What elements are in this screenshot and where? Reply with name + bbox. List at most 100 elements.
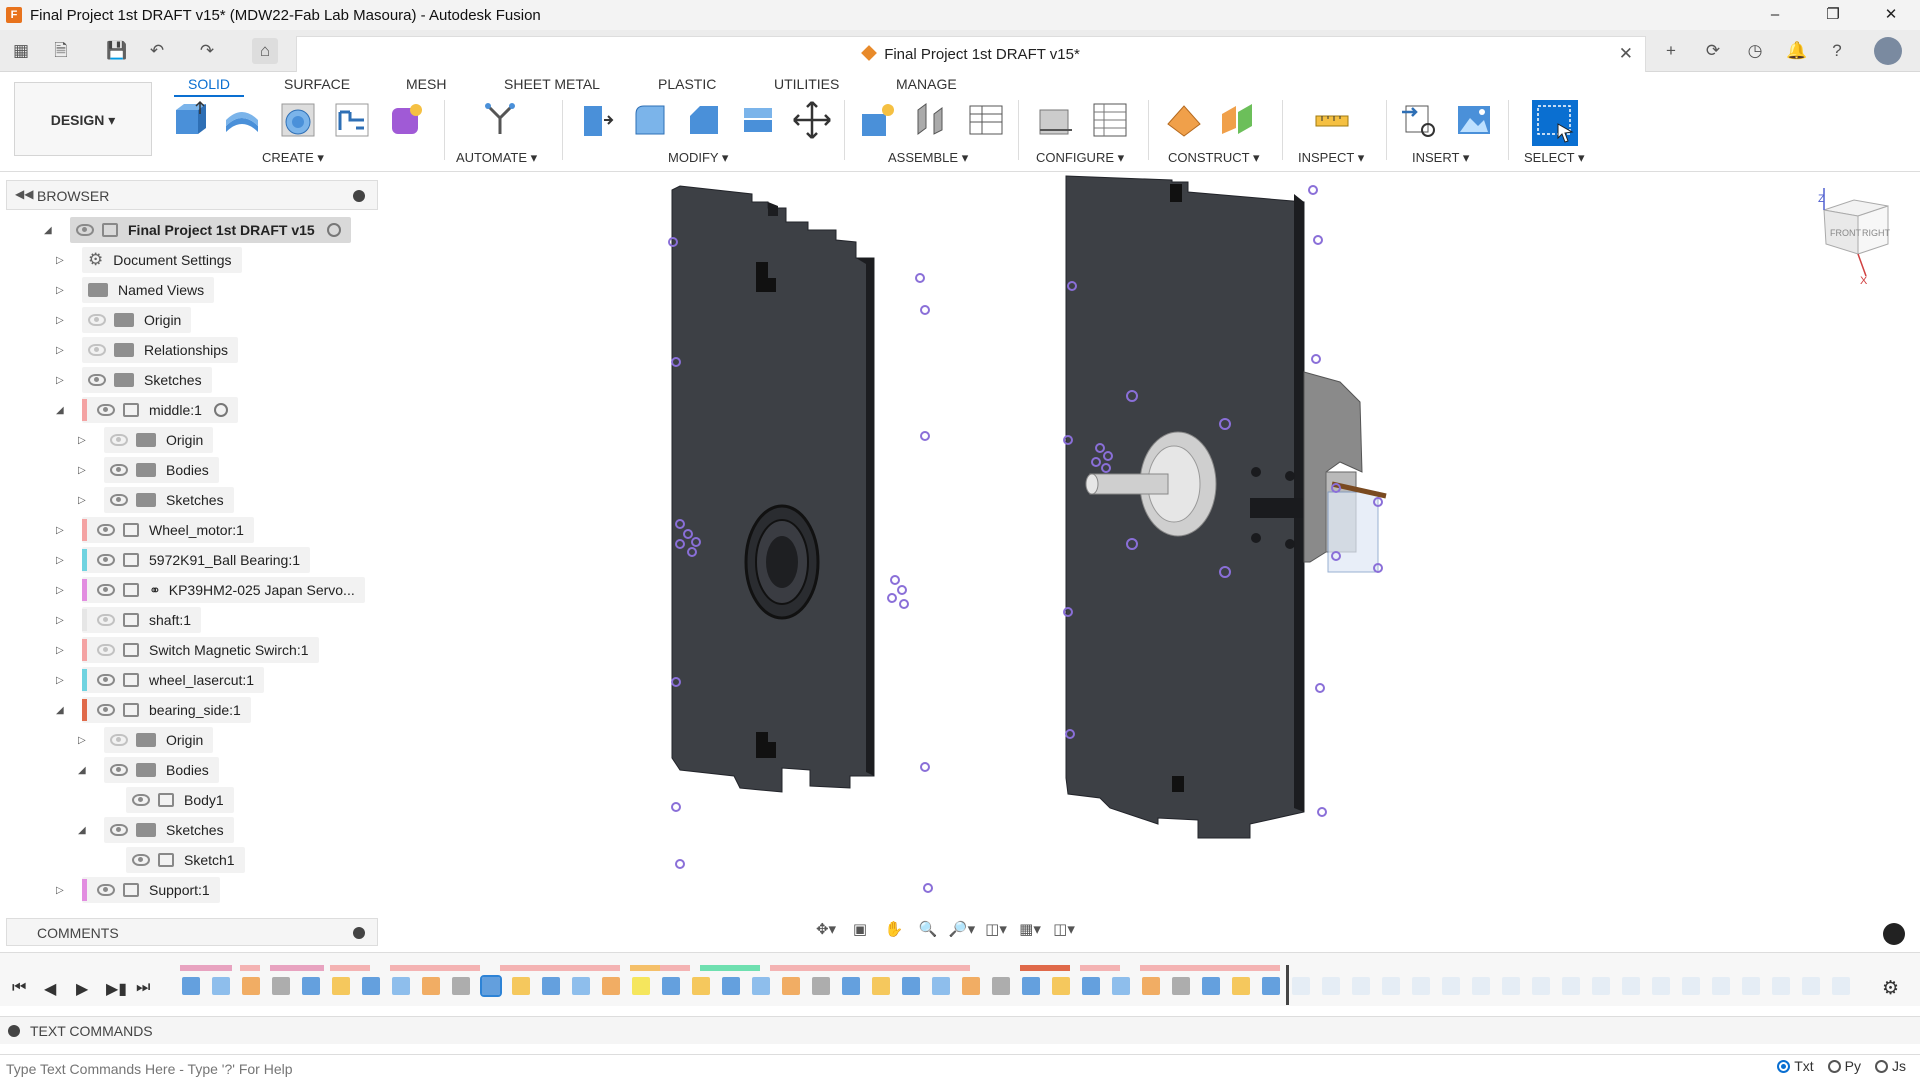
extrude-icon[interactable]	[222, 100, 262, 140]
timeline-feature-icon[interactable]	[542, 977, 560, 995]
timeline-feature-icon[interactable]	[902, 977, 920, 995]
timeline-step-back-icon[interactable]: ◀	[44, 979, 56, 999]
redo-icon[interactable]: ↷	[194, 38, 220, 64]
timeline-feature-icon[interactable]	[1562, 977, 1580, 995]
visibility-eye-icon[interactable]	[97, 554, 115, 566]
timeline-feature-icon[interactable]	[1232, 977, 1250, 995]
browser-item[interactable]: ▷ Sketches	[56, 367, 212, 393]
document-tab[interactable]: Final Project 1st DRAFT v15* ✕	[296, 36, 1646, 72]
timeline-feature-icon[interactable]	[722, 977, 740, 995]
visibility-eye-icon[interactable]	[110, 434, 128, 446]
modify-group-label[interactable]: MODIFY ▾	[668, 150, 728, 166]
timeline-marker[interactable]	[1286, 965, 1289, 1005]
timeline-feature-icon[interactable]	[932, 977, 950, 995]
mode-py-radio[interactable]: Py	[1827, 1058, 1861, 1074]
timeline-feature-icon[interactable]	[1352, 977, 1370, 995]
timeline-end-icon[interactable]: ⏭	[136, 979, 150, 997]
visibility-eye-icon[interactable]	[132, 794, 150, 806]
timeline-feature-icon[interactable]	[1682, 977, 1700, 995]
visibility-eye-icon[interactable]	[97, 524, 115, 536]
timeline-feature-icon[interactable]	[422, 977, 440, 995]
browser-item[interactable]: ▷ Switch Magnetic Swirch:1	[56, 637, 319, 663]
browser-item[interactable]: ◢ Bodies	[78, 757, 219, 783]
visibility-eye-icon[interactable]	[110, 734, 128, 746]
automate-group-label[interactable]: AUTOMATE ▾	[456, 150, 537, 166]
visibility-eye-icon[interactable]	[97, 674, 115, 686]
timeline-feature-icon[interactable]	[1592, 977, 1610, 995]
timeline-feature-icon[interactable]	[812, 977, 830, 995]
undo-icon[interactable]: ↶	[144, 38, 170, 64]
revolve-icon[interactable]	[278, 100, 318, 140]
insert-derive-icon[interactable]	[1400, 100, 1440, 140]
mode-js-radio[interactable]: Js	[1875, 1058, 1906, 1074]
tab-manage[interactable]: MANAGE	[896, 76, 957, 92]
browser-item[interactable]: Sketch1	[126, 847, 245, 873]
tab-plastic[interactable]: PLASTIC	[658, 76, 716, 92]
timeline-feature-icon[interactable]	[242, 977, 260, 995]
workspace-switcher-button[interactable]: DESIGN ▾	[14, 82, 152, 156]
browser-item[interactable]: ◢ middle:1	[56, 397, 238, 423]
collapse-arrow-icon[interactable]: ◢	[78, 765, 86, 776]
sketch-icon[interactable]	[332, 100, 372, 140]
timeline-feature-icon[interactable]	[1472, 977, 1490, 995]
comments-panel[interactable]: COMMENTS	[6, 918, 378, 946]
new-tab-plus-icon[interactable]: +	[1658, 38, 1684, 64]
shell-icon[interactable]	[738, 100, 778, 140]
collapse-text-commands-icon[interactable]	[8, 1025, 20, 1037]
fit-window-icon[interactable]: 🔎▾	[948, 920, 976, 938]
configure-icon[interactable]	[1036, 100, 1076, 140]
plane-at-angle-icon[interactable]	[1218, 100, 1258, 140]
visibility-eye-icon[interactable]	[110, 764, 128, 776]
tab-mesh[interactable]: MESH	[406, 76, 446, 92]
canvas-viewport[interactable]: FRONT RIGHT Z X	[380, 172, 1920, 952]
timeline-feature-icon[interactable]	[362, 977, 380, 995]
timeline-feature-icon[interactable]	[602, 977, 620, 995]
timeline-feature-icon[interactable]	[1442, 977, 1460, 995]
expand-arrow-icon[interactable]: ▷	[56, 645, 64, 656]
timeline-feature-icon[interactable]	[1772, 977, 1790, 995]
press-pull-icon[interactable]	[576, 100, 616, 140]
expand-arrow-icon[interactable]: ▷	[56, 315, 64, 326]
timeline-feature-icon[interactable]	[1292, 977, 1310, 995]
expand-arrow-icon[interactable]: ▷	[56, 525, 64, 536]
browser-item[interactable]: ▷ Bodies	[78, 457, 219, 483]
browser-item[interactable]: ◢ bearing_side:1	[56, 697, 251, 723]
tab-surface[interactable]: SURFACE	[284, 76, 350, 92]
timeline-feature-icon[interactable]	[1832, 977, 1850, 995]
expand-arrow-icon[interactable]: ▷	[56, 255, 64, 266]
insert-canvas-icon[interactable]	[1454, 100, 1494, 140]
view-cube[interactable]: FRONT RIGHT Z X	[1818, 188, 1891, 287]
timeline-feature-icon[interactable]	[1802, 977, 1820, 995]
visibility-eye-icon[interactable]	[88, 314, 106, 326]
move-copy-icon[interactable]	[792, 100, 832, 140]
timeline-feature-icon[interactable]	[992, 977, 1010, 995]
offset-plane-icon[interactable]	[1164, 100, 1204, 140]
pan-hand-icon[interactable]: ✋	[880, 920, 908, 938]
expand-arrow-icon[interactable]: ▷	[78, 465, 86, 476]
extensions-icon[interactable]: ⟳	[1700, 38, 1726, 64]
chamfer-icon[interactable]	[684, 100, 724, 140]
timeline-feature-icon[interactable]	[1412, 977, 1430, 995]
notifications-bell-icon[interactable]: 🔔	[1784, 38, 1810, 64]
visibility-eye-icon[interactable]	[110, 824, 128, 836]
activate-component-radio-icon[interactable]	[213, 403, 228, 417]
inspect-group-label[interactable]: INSPECT ▾	[1298, 150, 1364, 166]
orbit-icon[interactable]: ✥▾	[812, 920, 840, 938]
browser-item[interactable]: ◢ Sketches	[78, 817, 234, 843]
collapse-arrow-icon[interactable]: ◢	[56, 705, 64, 716]
browser-item[interactable]: ▷ 5972K91_Ball Bearing:1	[56, 547, 311, 573]
timeline-feature-icon[interactable]	[662, 977, 680, 995]
visibility-eye-icon[interactable]	[88, 344, 106, 356]
timeline-feature-icon[interactable]	[962, 977, 980, 995]
visibility-eye-icon[interactable]	[97, 884, 115, 896]
timeline-feature-icon[interactable]	[752, 977, 770, 995]
expand-arrow-icon[interactable]: ▷	[56, 885, 64, 896]
timeline-feature-icon[interactable]	[480, 975, 502, 997]
grid-snaps-icon[interactable]: ▦▾	[1016, 920, 1044, 938]
timeline-start-icon[interactable]: ⏮	[12, 979, 26, 997]
browser-item[interactable]: ▷ Named Views	[56, 277, 215, 303]
help-icon[interactable]: ?	[1824, 38, 1850, 64]
browser-item[interactable]: ▷ shaft:1	[56, 607, 202, 633]
collapse-arrow-icon[interactable]: ◢	[78, 825, 86, 836]
browser-item[interactable]: ▷ Relationships	[56, 337, 239, 363]
